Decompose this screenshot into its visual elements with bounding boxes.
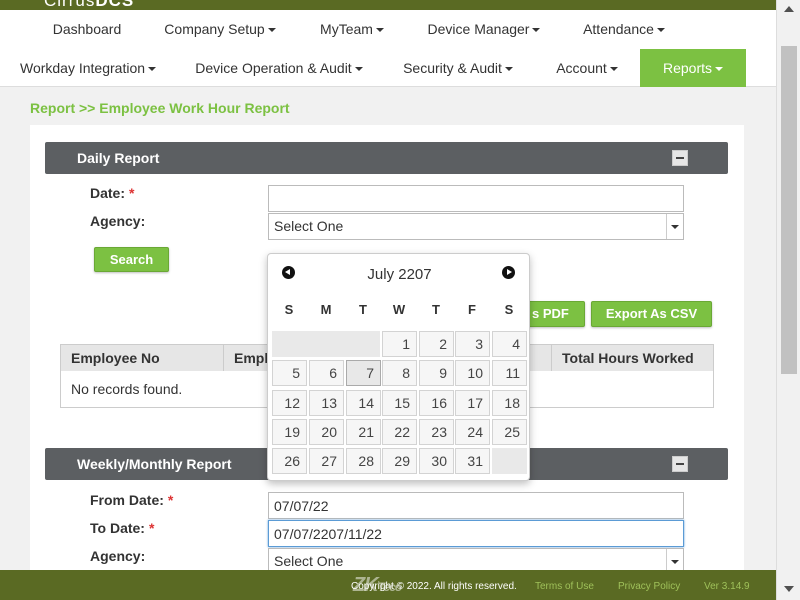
day-cell[interactable]: 16 bbox=[419, 390, 454, 416]
day-cell[interactable]: 11 bbox=[492, 360, 527, 386]
collapse-icon[interactable] bbox=[672, 150, 688, 166]
day-cell[interactable]: 17 bbox=[455, 390, 490, 416]
day-cell[interactable]: 3 bbox=[455, 331, 490, 357]
search-button[interactable]: Search bbox=[94, 247, 169, 272]
day-cell[interactable]: 5 bbox=[272, 360, 307, 386]
weekly-report-title: Weekly/Monthly Report bbox=[77, 456, 232, 472]
day-cell[interactable]: 8 bbox=[382, 360, 417, 386]
day-cell[interactable]: 4 bbox=[492, 331, 527, 357]
weekday-header: S bbox=[284, 302, 294, 317]
export-csv-button[interactable]: Export As CSV bbox=[591, 301, 712, 327]
caret-down-icon bbox=[375, 28, 384, 33]
main-navigation: Dashboard Company Setup MyTeam Device Ma… bbox=[0, 10, 776, 87]
day-cell[interactable]: 14 bbox=[346, 390, 381, 416]
day-cell[interactable]: 1 bbox=[382, 331, 417, 357]
day-cell[interactable]: 9 bbox=[419, 360, 454, 386]
day-cell[interactable]: 13 bbox=[309, 390, 344, 416]
weekday-header: W bbox=[392, 302, 406, 317]
datepicker-month-title: July 2207 bbox=[367, 266, 432, 283]
from-date-label: From Date: * bbox=[90, 492, 174, 508]
day-cell[interactable]: 6 bbox=[309, 360, 344, 386]
copyright-text: Copyright © 2022. All rights reserved. bbox=[351, 581, 517, 592]
nav-workday-integration[interactable]: Workday Integration bbox=[18, 49, 158, 87]
nav-device-manager[interactable]: Device Manager bbox=[422, 10, 546, 48]
to-date-label: To Date: * bbox=[90, 520, 155, 536]
to-date-input[interactable] bbox=[268, 520, 684, 547]
day-cell[interactable]: 25 bbox=[492, 419, 527, 445]
day-cell[interactable]: 28 bbox=[346, 448, 381, 474]
day-cell[interactable]: 21 bbox=[346, 419, 381, 445]
day-cell[interactable]: 22 bbox=[382, 419, 417, 445]
terms-of-use-link[interactable]: Terms of Use bbox=[535, 581, 594, 592]
select-arrow-icon bbox=[666, 214, 683, 239]
collapse-icon[interactable] bbox=[672, 456, 688, 472]
nav-account[interactable]: Account bbox=[552, 49, 622, 87]
top-brand-bar: CirrusDCS bbox=[0, 0, 776, 10]
logo[interactable]: CirrusDCS bbox=[44, 0, 134, 10]
caret-down-icon bbox=[267, 28, 276, 33]
nav-dashboard[interactable]: Dashboard bbox=[40, 10, 134, 48]
scroll-up-arrow-icon[interactable] bbox=[784, 6, 794, 12]
weekly-agency-label: Agency: bbox=[90, 548, 146, 564]
daily-date-input[interactable] bbox=[268, 185, 684, 212]
day-cell[interactable]: 26 bbox=[272, 448, 307, 474]
weekday-header: F bbox=[468, 302, 476, 317]
caret-down-icon bbox=[715, 67, 724, 72]
datepicker-popup: July 2207 S M T W T F S 1 2 3 4 5 6 7 8 9 10 11 12 13 14 15 16… bbox=[267, 253, 530, 481]
date-label: Date: * bbox=[90, 185, 135, 201]
caret-down-icon bbox=[609, 67, 618, 72]
column-total-hours-worked[interactable]: Total Hours Worked bbox=[551, 344, 714, 371]
version-text: Ver 3.14.9 bbox=[704, 581, 750, 592]
caret-down-icon bbox=[504, 67, 513, 72]
day-cell[interactable]: 30 bbox=[419, 448, 454, 474]
day-cell[interactable]: 2 bbox=[419, 331, 454, 357]
day-cell[interactable]: 29 bbox=[382, 448, 417, 474]
required-mark: * bbox=[148, 520, 155, 536]
day-cell[interactable]: 15 bbox=[382, 390, 417, 416]
caret-down-icon bbox=[532, 28, 541, 33]
nav-attendance[interactable]: Attendance bbox=[578, 10, 670, 48]
nav-device-operation-audit[interactable]: Device Operation & Audit bbox=[194, 49, 364, 87]
day-cell[interactable]: 20 bbox=[309, 419, 344, 445]
nav-myteam[interactable]: MyTeam bbox=[312, 10, 392, 48]
daily-report-title: Daily Report bbox=[77, 150, 160, 166]
empty-day-cell bbox=[492, 448, 527, 474]
caret-down-icon bbox=[656, 28, 665, 33]
footer: ZKTeco Copyright © 2022. All rights rese… bbox=[0, 570, 776, 600]
weekday-header: S bbox=[504, 302, 514, 317]
weekday-header: M bbox=[320, 302, 332, 317]
weekday-header: T bbox=[432, 302, 440, 317]
agency-label: Agency: bbox=[90, 213, 146, 229]
day-cell[interactable]: 12 bbox=[272, 390, 307, 416]
day-cell[interactable]: 7 bbox=[346, 360, 381, 386]
nav-company-setup[interactable]: Company Setup bbox=[160, 10, 280, 48]
vertical-scrollbar[interactable] bbox=[776, 0, 800, 600]
from-date-input[interactable] bbox=[268, 492, 684, 519]
next-month-icon[interactable] bbox=[502, 266, 515, 279]
day-cell[interactable]: 23 bbox=[419, 419, 454, 445]
daily-agency-select[interactable]: Select One bbox=[268, 213, 684, 240]
day-cell[interactable]: 10 bbox=[455, 360, 490, 386]
day-cell[interactable]: 18 bbox=[492, 390, 527, 416]
daily-report-header: Daily Report bbox=[45, 142, 728, 174]
day-cell[interactable]: 19 bbox=[272, 419, 307, 445]
scroll-down-arrow-icon[interactable] bbox=[784, 586, 794, 592]
caret-down-icon bbox=[354, 67, 363, 72]
agency-selected-value: Select One bbox=[274, 218, 344, 234]
day-cell[interactable]: 27 bbox=[309, 448, 344, 474]
caret-down-icon bbox=[148, 67, 157, 72]
nav-security-audit[interactable]: Security & Audit bbox=[400, 49, 516, 87]
required-mark: * bbox=[167, 492, 174, 508]
scroll-thumb[interactable] bbox=[781, 46, 797, 374]
day-cell[interactable]: 31 bbox=[455, 448, 490, 474]
required-mark: * bbox=[129, 185, 135, 201]
empty-day-cell bbox=[272, 331, 380, 357]
weekday-header: T bbox=[359, 302, 367, 317]
privacy-policy-link[interactable]: Privacy Policy bbox=[618, 581, 680, 592]
day-cell[interactable]: 24 bbox=[455, 419, 490, 445]
column-employee-no[interactable]: Employee No bbox=[60, 344, 224, 371]
agency-selected-value: Select One bbox=[274, 553, 344, 569]
breadcrumb: Report >> Employee Work Hour Report bbox=[30, 100, 290, 116]
nav-reports[interactable]: Reports bbox=[640, 49, 746, 87]
